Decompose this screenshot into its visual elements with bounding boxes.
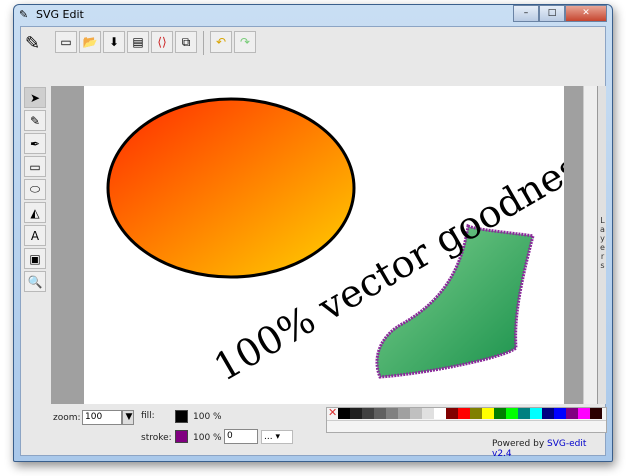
ellipse-icon: ⬭ [29,182,41,196]
ellipse-tool[interactable]: ⬭ [24,179,46,200]
image-tool[interactable]: ▣ [24,248,46,269]
no-color-icon[interactable]: ✕ [328,406,337,419]
palette-swatch[interactable] [350,408,362,419]
save-button[interactable]: ⬇ [103,31,125,53]
stroke-width-input[interactable]: 0 [224,429,258,444]
text-tool[interactable]: A [24,225,46,246]
stroke-label: stroke: [141,433,172,443]
new-icon: ▭ [60,35,72,49]
maximize-button[interactable]: □ [539,5,565,22]
palette-swatch[interactable] [470,408,482,419]
svg-edit-logo-icon[interactable]: ✎ [25,31,51,55]
palette-scrollbar[interactable] [327,420,606,432]
wireframe-button[interactable]: ⧉ [175,31,197,53]
palette-swatch[interactable] [422,408,434,419]
undo-button[interactable]: ↶ [210,31,232,53]
polygon-icon: ◭ [30,205,40,220]
zoom-icon: 🔍 [27,274,43,289]
palette-swatch[interactable] [506,408,518,419]
path-tool[interactable]: ✒ [24,133,46,154]
document-properties-icon: ▤ [132,35,144,49]
fill-label: fill: [141,411,155,421]
text-icon: A [30,228,40,243]
stroke-color-swatch[interactable] [175,430,188,443]
color-palette: ✕ [326,406,607,433]
palette-swatch[interactable] [590,408,602,419]
zoom-input[interactable]: 100 [82,410,122,425]
palette-swatch[interactable] [434,408,446,419]
canvas-area: 100% vector goodness [51,86,583,404]
wireframe-icon: ⧉ [181,34,191,49]
close-button[interactable]: ✕ [565,5,607,22]
palette-swatch[interactable] [386,408,398,419]
palette-swatch[interactable] [338,408,350,419]
svg-source-button[interactable]: ⟨⟩ [151,31,173,53]
pencil-tool[interactable]: ✎ [24,110,46,131]
svg-source-icon: ⟨⟩ [157,35,167,49]
zoom-tool[interactable]: 🔍 [24,271,46,292]
fill-opacity[interactable]: 100 % [193,412,222,422]
vertical-scrollbar[interactable] [583,86,597,404]
palette-swatch[interactable] [530,408,542,419]
palette-swatch[interactable] [494,408,506,419]
palette-swatch[interactable] [518,408,530,419]
open-icon: 📂 [82,35,98,49]
layers-tab[interactable]: Layers [597,86,606,404]
open-button[interactable]: 📂 [79,31,101,53]
zoom-dropdown-icon[interactable]: ▼ [122,410,134,425]
app-icon: ✎ [19,8,29,21]
undo-icon: ↶ [215,35,227,49]
bottom-panel: zoom: 100 ▼ fill: 100 % stroke: 100 % 0 … [21,406,607,459]
palette-swatch[interactable] [446,408,458,419]
window-title: SVG Edit [36,8,84,21]
path-icon: ✒ [29,136,41,151]
toolbar-separator [203,31,204,55]
palette-swatch[interactable] [458,408,470,419]
document-properties-button[interactable]: ▤ [127,31,149,53]
client-area: ✎ ▭ 📂 ⬇ ▤ ⟨⟩ ⧉ ↶ ↷ ➤ ✎ ✒ ▭ ⬭ ◭ A ▣ 🔍 100% vector goodne… [20,26,607,459]
palette-swatch[interactable] [398,408,410,419]
palette-swatch[interactable] [482,408,494,419]
tools-panel: ➤ ✎ ✒ ▭ ⬭ ◭ A ▣ 🔍 [24,87,46,292]
layers-label: Layers [600,216,605,270]
palette-swatch[interactable] [578,408,590,419]
polygon-tool[interactable]: ◭ [24,202,46,223]
palette-swatch[interactable] [554,408,566,419]
rect-icon: ▭ [29,159,41,174]
main-toolbar: ✎ ▭ 📂 ⬇ ▤ ⟨⟩ ⧉ ↶ ↷ [25,31,256,55]
stroke-dash-select[interactable]: ... ▾ [261,430,293,444]
select-tool[interactable]: ➤ [24,87,46,108]
zoom-label: zoom: [53,413,81,423]
gradient-ellipse[interactable] [106,97,356,279]
powered-by-label: Powered by SVG-edit v2.4 [492,439,607,459]
app-window: ✎ SVG Edit – □ ✕ ✎ ▭ 📂 ⬇ ▤ ⟨⟩ ⧉ ↶ ↷ ➤ ✎ ✒ ▭ ⬭ ◭ A ▣ 🔍 1… [13,4,613,462]
save-icon: ⬇ [108,35,120,49]
image-icon: ▣ [29,251,41,266]
palette-swatch[interactable] [374,408,386,419]
palette-swatch[interactable] [542,408,554,419]
drawing-canvas[interactable]: 100% vector goodness [84,86,564,404]
stroke-opacity[interactable]: 100 % [193,433,222,443]
rect-tool[interactable]: ▭ [24,156,46,177]
redo-icon: ↷ [239,35,251,49]
palette-swatch[interactable] [566,408,578,419]
redo-button[interactable]: ↷ [234,31,256,53]
select-icon: ➤ [29,90,41,105]
palette-swatch[interactable] [410,408,422,419]
minimize-button[interactable]: – [513,5,539,22]
stroke-dash-value: ... [264,432,273,442]
powered-by-text: Powered by [492,439,545,449]
pencil-icon: ✎ [29,113,41,128]
new-button[interactable]: ▭ [55,31,77,53]
palette-swatch[interactable] [362,408,374,419]
fill-color-swatch[interactable] [175,410,188,423]
